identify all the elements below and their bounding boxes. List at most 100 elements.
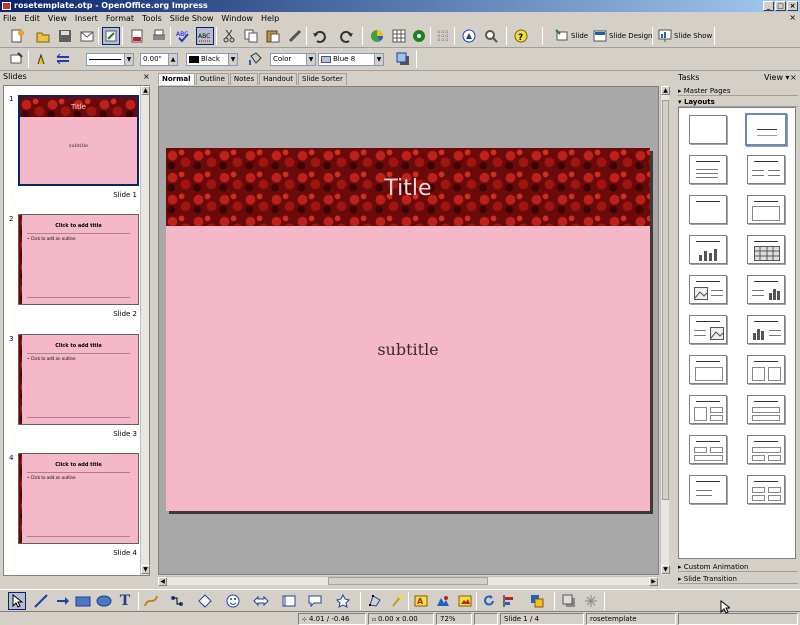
tasks-view-menu[interactable]: View ▾ (764, 72, 790, 84)
flowcharts-icon[interactable] (280, 592, 298, 610)
slide-thumbnail-4[interactable]: Click to add title • Click to add an out… (18, 453, 139, 544)
maximize-button[interactable]: □ (775, 1, 786, 11)
curve-tool-icon[interactable] (142, 592, 160, 610)
table-icon[interactable] (390, 27, 408, 45)
points-icon[interactable] (366, 592, 384, 610)
master-pages-section[interactable]: ▸ Master Pages (678, 86, 798, 96)
menu-help[interactable]: Help (261, 14, 279, 23)
workarea-vertical-scrollbar[interactable]: ▲ ▼ (660, 86, 670, 575)
styles-icon[interactable] (8, 50, 26, 68)
line-arrow-tool-icon[interactable] (54, 592, 72, 610)
layout-blank[interactable] (689, 115, 727, 144)
navigator-icon[interactable] (410, 27, 428, 45)
menu-edit[interactable]: Edit (24, 14, 40, 23)
help-icon[interactable]: ? (512, 27, 530, 45)
scroll-up-icon[interactable]: ▲ (141, 86, 150, 95)
slides-list[interactable]: 1 Title subtitle Slide 1 2 Click to add … (3, 85, 150, 576)
from-file-icon[interactable] (434, 592, 452, 610)
save-icon[interactable] (56, 27, 74, 45)
new-document-icon[interactable] (8, 27, 26, 45)
layout-title-table[interactable] (747, 235, 785, 264)
layouts-section[interactable]: ▾ Layouts (678, 97, 798, 107)
area-color-select[interactable]: Blue 8 ▼ (318, 53, 384, 66)
rotate-icon[interactable] (480, 592, 498, 610)
export-pdf-icon[interactable] (128, 27, 146, 45)
layout-title-text-clipart[interactable] (689, 315, 727, 344)
layout-title-object[interactable] (689, 355, 727, 384)
menu-slide-show[interactable]: Slide Show (170, 14, 214, 23)
line-tool-icon[interactable] (32, 592, 50, 610)
menu-view[interactable]: View (48, 14, 67, 23)
connector-tool-icon[interactable] (168, 592, 186, 610)
cut-icon[interactable] (220, 27, 238, 45)
redo-icon[interactable] (338, 27, 356, 45)
line-icon[interactable] (32, 50, 50, 68)
slide-transition-section[interactable]: ▸ Slide Transition (678, 574, 798, 584)
slide-thumbnail-1[interactable]: Title subtitle (18, 95, 139, 186)
slide-button-label[interactable]: Slide (571, 27, 588, 45)
layout-centered-text[interactable] (747, 195, 785, 224)
layout-title-only[interactable] (689, 195, 727, 224)
new-slide-icon[interactable] (553, 27, 571, 45)
menu-format[interactable]: Format (106, 14, 134, 23)
layout-title-vertical-text[interactable] (689, 475, 727, 504)
line-color-select[interactable]: Black ▼ (186, 53, 238, 66)
glue-points-icon[interactable] (388, 592, 406, 610)
layout-title-content-2-bottom[interactable] (747, 435, 785, 464)
tasks-close-icon[interactable]: × (790, 72, 797, 84)
scroll-left-icon[interactable]: ◀ (158, 577, 167, 586)
close-window-button[interactable]: × (787, 1, 798, 11)
shadow-icon[interactable] (394, 50, 412, 68)
layout-title-content-2[interactable] (747, 355, 785, 384)
custom-animation-section[interactable]: ▸ Custom Animation (678, 562, 798, 572)
slide-design-icon[interactable] (591, 27, 609, 45)
callouts-icon[interactable] (306, 592, 324, 610)
email-icon[interactable] (78, 27, 96, 45)
slide-thumbnail-3[interactable]: Click to add title • Click to add an out… (18, 334, 139, 425)
fontwork-icon[interactable]: A (412, 592, 430, 610)
scroll-down-icon[interactable]: ▼ (141, 565, 150, 574)
slide-title[interactable]: Title (166, 176, 650, 201)
layout-title-4-objects[interactable] (747, 475, 785, 504)
scroll-thumb[interactable] (662, 100, 669, 500)
layout-title-text-chart[interactable] (747, 275, 785, 304)
menu-window[interactable]: Window (221, 14, 253, 23)
tab-handout[interactable]: Handout (259, 73, 297, 85)
slide-design-button-label[interactable]: Slide Design (609, 27, 652, 45)
arrow-style-icon[interactable] (54, 50, 72, 68)
grid-icon[interactable] (434, 27, 452, 45)
workarea-horizontal-scrollbar[interactable]: ◀ ▶ (158, 576, 659, 586)
slides-scrollbar[interactable]: ▲ ▼ (140, 86, 150, 575)
minimize-button[interactable]: _ (763, 1, 774, 11)
layout-title-content-over[interactable] (747, 395, 785, 424)
toggle-extrusion-icon[interactable] (582, 592, 600, 610)
print-icon[interactable] (150, 27, 168, 45)
zoom-icon[interactable] (482, 27, 500, 45)
tab-slide-sorter[interactable]: Slide Sorter (298, 73, 347, 85)
status-zoom[interactable]: 72% (436, 613, 472, 625)
slide-thumbnail-2[interactable]: Click to add title • Click to add an out… (18, 214, 139, 305)
autospellcheck-icon[interactable]: ABC (196, 27, 214, 45)
layout-title-chart-text[interactable] (747, 315, 785, 344)
compass-navigator-icon[interactable] (460, 27, 478, 45)
layout-title-2-over-content[interactable] (689, 435, 727, 464)
line-width-field[interactable]: 0.00" ▲ (140, 53, 178, 66)
area-fill-icon[interactable] (246, 50, 264, 68)
tab-notes[interactable]: Notes (229, 73, 259, 85)
edit-file-icon[interactable] (102, 27, 120, 45)
clone-formatting-icon[interactable] (286, 27, 304, 45)
scroll-right-icon[interactable]: ▶ (649, 577, 658, 586)
layout-title-chart[interactable] (689, 235, 727, 264)
block-arrows-icon[interactable] (252, 592, 270, 610)
slide-show-button-label[interactable]: Slide Show (674, 27, 712, 45)
layout-title-content[interactable] (689, 155, 727, 184)
layout-title-2-content[interactable] (747, 155, 785, 184)
layout-title-slide[interactable] (745, 113, 787, 146)
paste-icon[interactable] (264, 27, 282, 45)
layout-title-clipart-text[interactable] (689, 275, 727, 304)
ellipse-tool-icon[interactable] (95, 592, 113, 610)
symbol-shapes-icon[interactable] (224, 592, 242, 610)
shadow-toggle-icon[interactable] (560, 592, 578, 610)
text-tool-icon[interactable]: T (116, 592, 134, 610)
line-style-select[interactable]: ▼ (86, 53, 134, 66)
